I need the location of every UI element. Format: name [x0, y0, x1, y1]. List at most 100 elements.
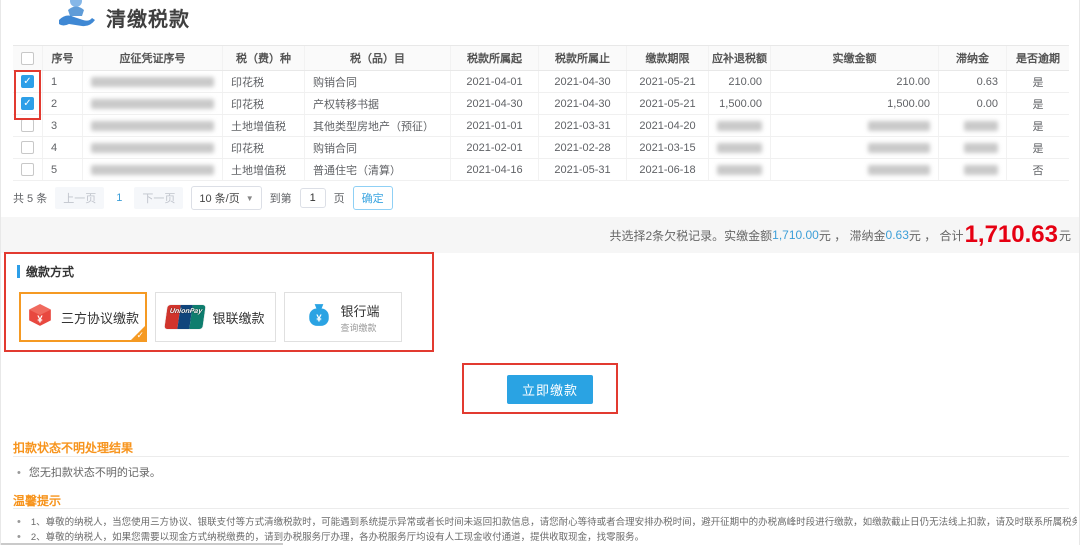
payment-options: ¥ 三方协议缴款 ✓ UnionPay 银联缴款 ¥ 银行	[19, 292, 402, 342]
table-cell-voucher	[83, 93, 223, 114]
summary-mid2: 元 ， 合计	[909, 227, 964, 244]
table-row: 3土地增值税其他类型房地产（预征）2021-01-012021-03-31202…	[13, 115, 1069, 137]
table-row: 5 土地增值税普通住宅（清算）2021-04-162021-05-312021-0…	[13, 159, 1069, 181]
tax-payment-page: 清缴税款 序号 应征凭证序号 税（费）种 税（品）目 税款所属起 税款所属止 缴…	[0, 0, 1080, 545]
redacted-value	[91, 121, 214, 131]
table-cell-overdue: 是	[1007, 71, 1069, 92]
table-body: ✓1印花税购销合同2021-04-012021-04-302021-05-212…	[13, 71, 1069, 181]
table-cell-tax_item: 其他类型房地产（预征）	[305, 115, 451, 136]
table-cell-due	[709, 115, 771, 136]
table-cell-seq: 3	[43, 115, 83, 136]
table-cell-tax_type: 印花税	[223, 93, 305, 114]
redacted-value	[868, 165, 930, 175]
table-cell-deadline: 2021-04-20	[627, 115, 709, 136]
table-cell-end: 2021-02-28	[539, 137, 627, 158]
table-header-row: 序号 应征凭证序号 税（费）种 税（品）目 税款所属起 税款所属止 缴款期限 应…	[13, 45, 1069, 71]
row-checkbox[interactable]: ✓	[21, 97, 34, 110]
redacted-value	[91, 165, 214, 175]
table-cell-start: 2021-04-01	[451, 71, 539, 92]
table-cell-due	[709, 137, 771, 158]
payment-method-label: 缴款方式	[26, 263, 74, 280]
table-cell-tax_item: 产权转移书据	[305, 93, 451, 114]
row-checkbox[interactable]	[21, 141, 34, 154]
deduction-status-item: 您无扣款状态不明的记录。	[17, 464, 161, 480]
table-cell-start: 2021-01-01	[451, 115, 539, 136]
tips-title: 温馨提示	[13, 492, 61, 509]
redacted-value	[868, 143, 930, 153]
table-cell-due: 210.00	[709, 71, 771, 92]
divider	[13, 508, 1069, 509]
payment-option-label: 三方协议缴款	[61, 308, 139, 327]
table-cell-tax_item: 普通住宅（清算）	[305, 159, 451, 180]
col-header-latefee: 滞纳金	[939, 46, 1007, 70]
goto-page-input[interactable]	[300, 188, 326, 208]
confirm-page-button[interactable]: 确定	[353, 186, 393, 210]
payment-option-sublabel: 查询缴款	[340, 321, 379, 334]
table-row: ✓1印花税购销合同2021-04-012021-04-302021-05-212…	[13, 71, 1069, 93]
payment-option-tripartite[interactable]: ¥ 三方协议缴款 ✓	[19, 292, 147, 342]
col-header-start: 税款所属起	[451, 46, 539, 70]
table-cell-start: 2021-04-16	[451, 159, 539, 180]
summary-prefix: 共选择2条欠税记录。实缴金额	[609, 227, 772, 244]
divider	[13, 456, 1069, 457]
table-cell-overdue: 是	[1007, 115, 1069, 136]
table-cell-tax_type: 土地增值税	[223, 159, 305, 180]
page-size-select[interactable]: 10 条/页 ▼	[191, 186, 261, 210]
redacted-value	[964, 121, 998, 131]
row-checkbox[interactable]	[21, 163, 34, 176]
table-cell-end: 2021-03-31	[539, 115, 627, 136]
table-cell-late_fee	[939, 159, 1007, 180]
row-checkbox[interactable]	[21, 119, 34, 132]
table-cell-end: 2021-04-30	[539, 93, 627, 114]
payment-option-bank[interactable]: ¥ 银行端 查询缴款	[284, 292, 402, 342]
col-header-seq: 序号	[43, 46, 83, 70]
table-cell-end: 2021-05-31	[539, 159, 627, 180]
select-all-checkbox[interactable]	[21, 52, 34, 65]
svg-text:¥: ¥	[317, 313, 323, 324]
table-cell-late_fee	[939, 137, 1007, 158]
summary-mid1: 元 ， 滞纳金	[819, 227, 886, 244]
table-cell-overdue: 否	[1007, 159, 1069, 180]
pay-now-button[interactable]: 立即缴款	[507, 375, 593, 404]
table-cell-seq: 4	[43, 137, 83, 158]
table-cell-start: 2021-02-01	[451, 137, 539, 158]
table-cell-paid: 1,500.00	[771, 93, 939, 114]
page-size-value: 10 条/页	[199, 190, 239, 206]
table-cell-tax_item: 购销合同	[305, 71, 451, 92]
payment-option-label: 银联缴款	[212, 308, 264, 327]
bank-moneybag-icon: ¥	[306, 302, 332, 333]
table-cell-seq: 5	[43, 159, 83, 180]
summary-total: 1,710.63	[965, 221, 1058, 249]
blue-bar-icon	[17, 265, 20, 278]
redacted-value	[91, 99, 214, 109]
redacted-value	[91, 77, 214, 87]
table-cell-start: 2021-04-30	[451, 93, 539, 114]
table-cell-paid: 210.00	[771, 71, 939, 92]
page-header: 清缴税款	[56, 2, 190, 33]
tax-table: 序号 应征凭证序号 税（费）种 税（品）目 税款所属起 税款所属止 缴款期限 应…	[13, 45, 1069, 181]
table-cell-seq: 2	[43, 93, 83, 114]
current-page[interactable]: 1	[112, 192, 126, 204]
summary-late-fee: 0.63	[886, 228, 909, 242]
table-cell-late_fee	[939, 115, 1007, 136]
col-header-taxitem: 税（品）目	[305, 46, 451, 70]
table-cell-voucher	[83, 159, 223, 180]
payment-option-unionpay[interactable]: UnionPay 银联缴款	[155, 292, 276, 342]
next-page-button[interactable]: 下一页	[134, 187, 183, 209]
table-row: 4印花税购销合同2021-02-012021-02-282021-03-15是	[13, 137, 1069, 159]
table-cell-tax_item: 购销合同	[305, 137, 451, 158]
table-cell-voucher	[83, 115, 223, 136]
prev-page-button[interactable]: 上一页	[55, 187, 104, 209]
table-cell-overdue: 是	[1007, 93, 1069, 114]
col-header-paid: 实缴金额	[771, 46, 939, 70]
page-title: 清缴税款	[106, 3, 190, 32]
row-checkbox[interactable]: ✓	[21, 75, 34, 88]
total-count: 共 5 条	[13, 190, 47, 206]
table-cell-deadline: 2021-06-18	[627, 159, 709, 180]
hand-holding-person-icon	[56, 0, 96, 33]
table-cell-paid	[771, 115, 939, 136]
table-cell-paid	[771, 137, 939, 158]
goto-suffix: 页	[334, 190, 345, 206]
svg-text:¥: ¥	[37, 314, 43, 325]
table-cell-overdue: 是	[1007, 137, 1069, 158]
